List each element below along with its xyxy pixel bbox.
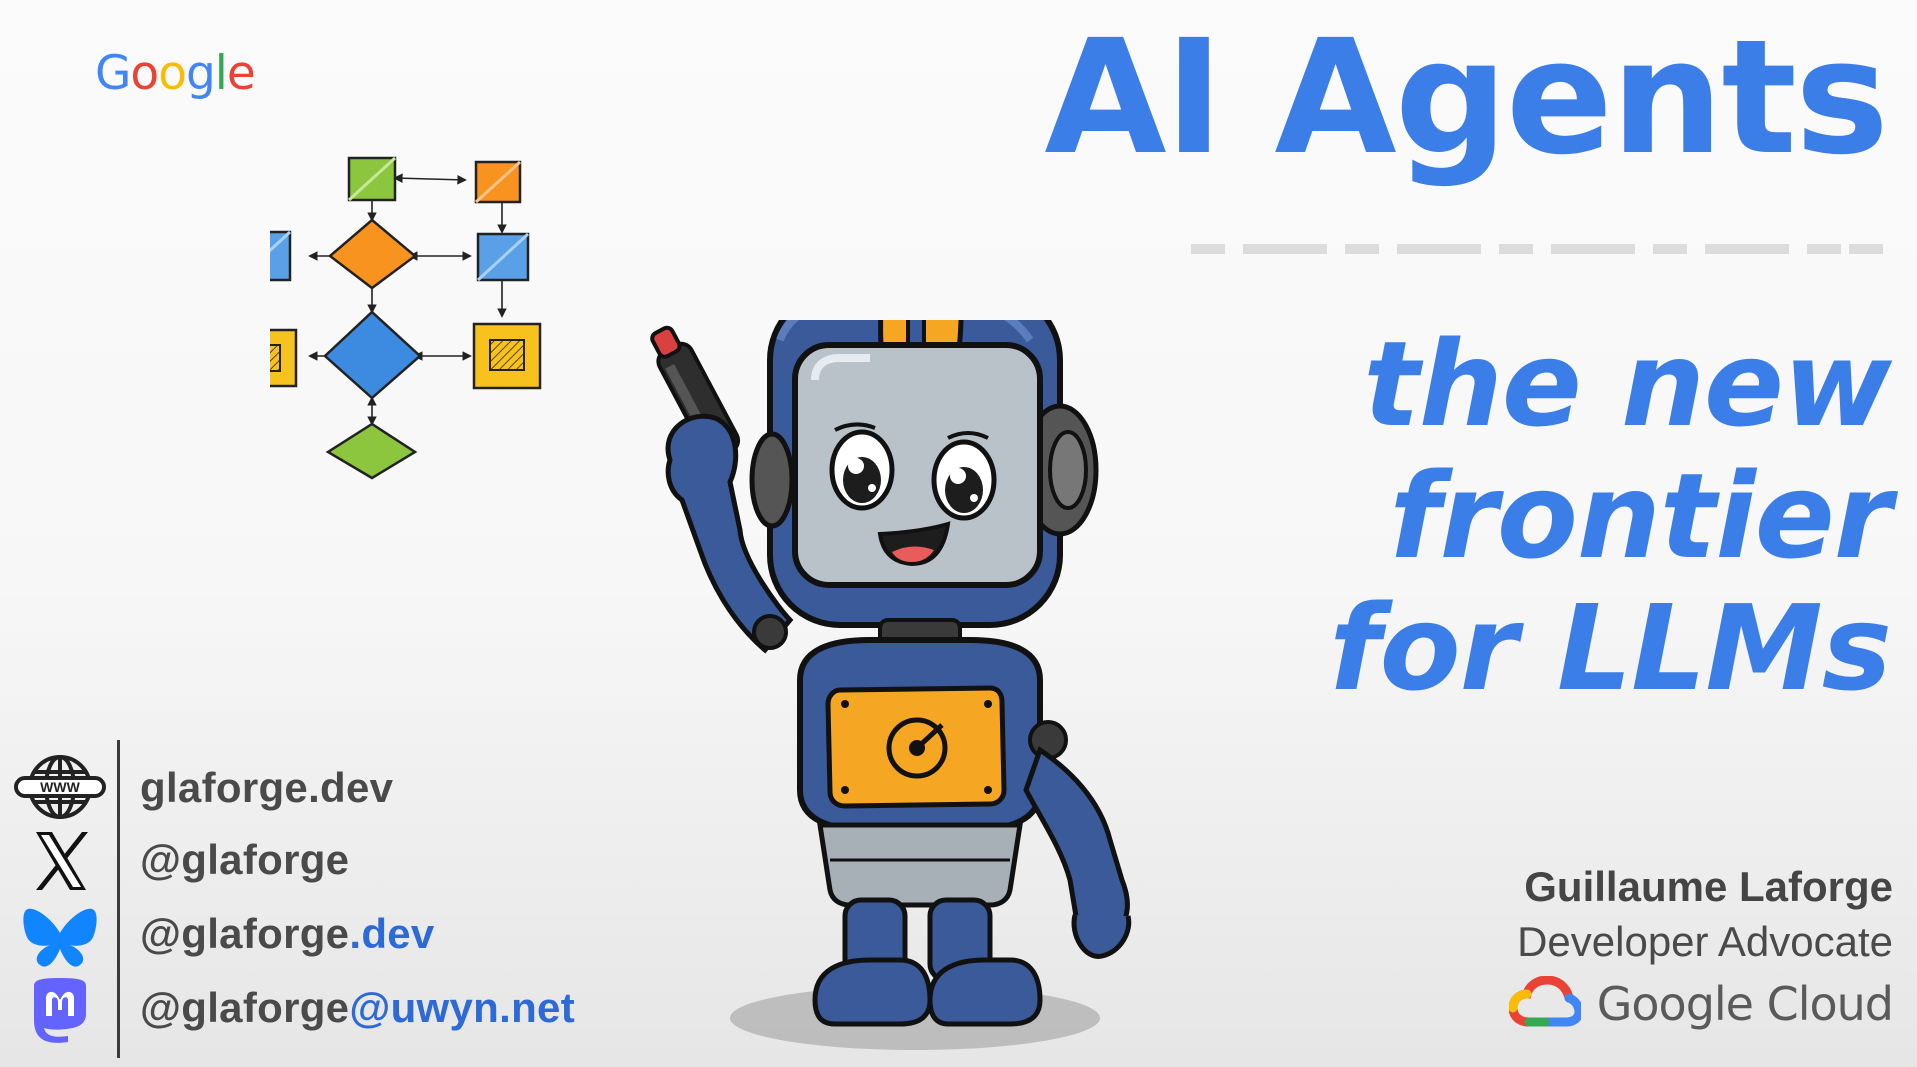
bluesky-handle-suffix: .dev [349, 910, 435, 957]
subtitle-line: for LLMs [1329, 579, 1892, 717]
bluesky-handle-prefix: @glaforge [140, 910, 350, 957]
contact-bluesky[interactable]: @glaforge.dev [140, 910, 435, 958]
google-cloud-label: Google Cloud [1596, 977, 1894, 1031]
logo-letter: l [214, 46, 228, 101]
dashed-divider [1191, 244, 1883, 254]
contact-website[interactable]: glaforge.dev [140, 764, 393, 812]
logo-letter: o [130, 46, 159, 101]
logo-letter: e [226, 46, 256, 101]
speaker-role: Developer Advocate [1517, 918, 1893, 965]
x-logo-icon [36, 832, 88, 890]
slide-title: AI Agents [1044, 6, 1889, 190]
contact-mastodon[interactable]: @glaforge@uwyn.net [140, 984, 575, 1032]
robot-illustration [650, 320, 1132, 1050]
www-globe-icon: WWW [14, 755, 106, 819]
contact-divider [117, 740, 120, 1058]
bluesky-butterfly-icon [23, 908, 97, 967]
contact-x-handle[interactable]: @glaforge [140, 836, 349, 884]
slide-subtitle: the new frontier for LLMs [1329, 315, 1892, 717]
speaker-name: Guillaume Laforge [1524, 863, 1893, 910]
subtitle-line: the new [1363, 315, 1892, 453]
google-cloud-icon [1508, 976, 1581, 1027]
google-logo: Google [95, 46, 256, 101]
logo-letter: g [185, 46, 216, 101]
logo-letter: G [95, 46, 131, 101]
globe-label: WWW [40, 779, 80, 795]
logo-letter: o [158, 46, 187, 101]
mastodon-logo-icon [34, 978, 86, 1043]
google-cloud-brand: Google Cloud [1508, 976, 1894, 1032]
flowchart-illustration [270, 156, 542, 480]
mastodon-handle-prefix: @glaforge [140, 984, 350, 1031]
mastodon-handle-suffix: @uwyn.net [349, 984, 576, 1031]
subtitle-line: frontier [1389, 447, 1892, 585]
